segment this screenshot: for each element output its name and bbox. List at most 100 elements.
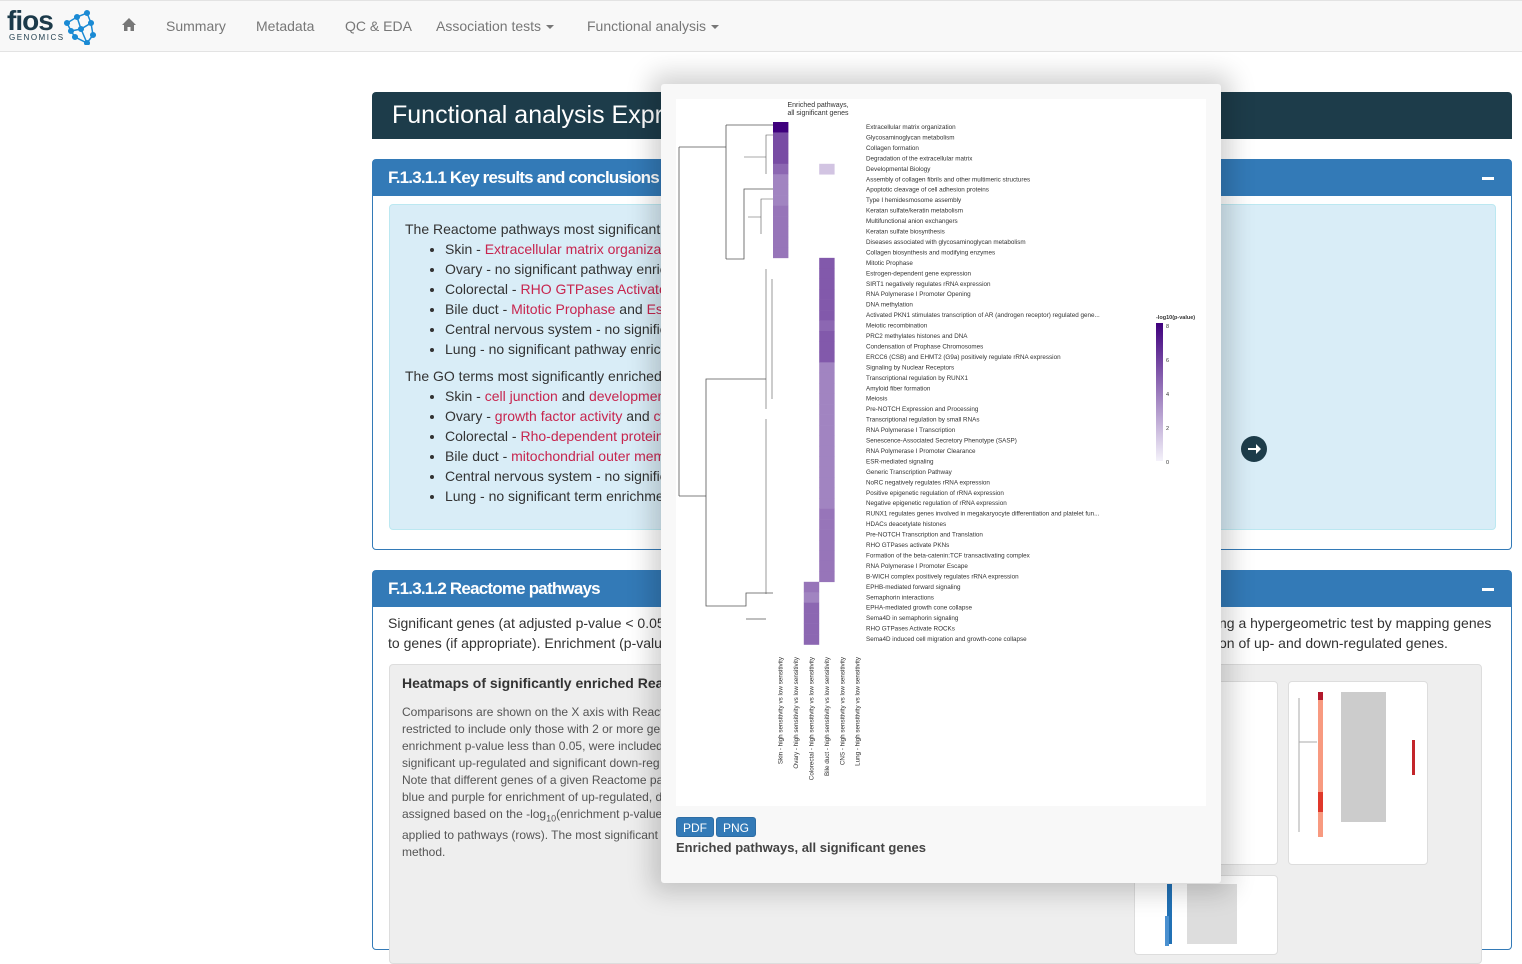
heatmap-cell [773, 163, 789, 175]
download-png-button[interactable]: PNG [716, 817, 757, 837]
heatmap-cell [819, 299, 835, 311]
row-label: Negative epigenetic regulation of rRNA e… [866, 500, 1007, 507]
row-label: Developmental Biology [866, 166, 931, 173]
next-arrow-button[interactable] [1241, 436, 1267, 462]
thumbnail-2[interactable] [1288, 681, 1428, 865]
row-label: Transcriptional regulation by small RNAs [866, 417, 980, 424]
tissue-label: Lung - no significant term enrichme [445, 488, 664, 504]
download-pdf-button[interactable]: PDF [676, 817, 714, 837]
row-label: Transcriptional regulation by RUNX1 [866, 375, 968, 382]
heatmap-cell [819, 341, 835, 353]
nav-functional-analysis[interactable]: Functional analysis [587, 18, 720, 34]
row-label: RHO GTPases Activate ROCKs [866, 626, 955, 633]
heatmap-cell [773, 247, 789, 259]
heatmap-cell [819, 425, 835, 436]
row-label: NoRC negatively regulates rRNA expressio… [866, 479, 990, 486]
tissue-label: Colorectal - [445, 428, 521, 444]
collapse-icon[interactable] [1482, 588, 1494, 591]
tissue-label: Skin - [445, 241, 485, 257]
column-label: Ovary - high sensitivity vs low sensitiv… [793, 656, 800, 768]
row-label: RNA Polymerase I Transcription [866, 427, 956, 434]
nav-qc-eda[interactable]: QC & EDA [345, 18, 412, 34]
heatmap-cell [803, 623, 820, 635]
text: (enrichment p-value [556, 807, 663, 821]
heatmap-cell [803, 592, 820, 603]
heatmap-cell [773, 153, 789, 165]
legend-tick: 2 [1166, 426, 1169, 432]
nav-association-tests[interactable]: Association tests [436, 18, 555, 34]
row-label: Senescence-Associated Secretory Phenotyp… [866, 438, 1017, 445]
heatmap-cell [819, 257, 835, 269]
row-label: RNA Polymerase I Promoter Escape [866, 563, 968, 570]
heatmap-cell [819, 320, 835, 332]
heatmap-cell [819, 393, 835, 405]
column-label: Colorectal - high sensitivity vs low sen… [809, 656, 816, 780]
row-label: Meiosis [866, 396, 887, 403]
nav-summary[interactable]: Summary [166, 18, 226, 34]
row-label: RNA Polymerase I Promoter Opening [866, 291, 971, 298]
tissue-label: Central nervous system - no signific [445, 468, 667, 484]
heatmap-cell [819, 435, 835, 447]
heatmap-cell [773, 205, 789, 217]
highlight-term: growth factor activity [494, 408, 623, 424]
tissue-label: Bile duct - [445, 448, 512, 464]
row-label: B-WICH complex positively regulates rRNA… [866, 573, 1019, 580]
heatmap-cell [819, 383, 835, 394]
heatmap-cell [819, 278, 835, 290]
connector-text: and [557, 388, 589, 404]
row-label: Generic Transcription Pathway [866, 469, 953, 476]
heatmap-cell [819, 362, 835, 374]
tissue-label: Skin - [445, 388, 485, 404]
text-line: on of up- and down-regulated genes. [1219, 635, 1448, 651]
row-label: Keratan sulfate/keratin metabolism [866, 208, 963, 215]
heatmap-cell [819, 498, 835, 509]
row-label: Diseases associated with glycosaminoglyc… [866, 239, 1026, 246]
row-label: ERCC6 (CSB) and EHMT2 (G9a) positively r… [866, 354, 1061, 361]
heatmap-cell [819, 571, 835, 583]
heatmap-cell [819, 508, 835, 520]
highlight-term: RHO GTPases Activate [520, 281, 667, 297]
column-label: CNS - high sensitivity vs low sensitivit… [839, 656, 846, 765]
fios-logo[interactable]: fios GENOMICS [7, 7, 97, 45]
collapse-icon[interactable] [1482, 177, 1494, 180]
chart-title: all significant genes [787, 110, 849, 117]
heatmap-cell [803, 602, 820, 614]
heatmap-cell [819, 310, 835, 321]
row-label: Condensation of Prophase Chromosomes [866, 343, 983, 350]
row-label: Collagen biosynthesis and modifying enzy… [866, 249, 995, 256]
nav-metadata[interactable]: Metadata [256, 18, 314, 34]
row-label: EPHA-mediated growth cone collapse [866, 605, 973, 612]
home-icon[interactable] [121, 17, 137, 32]
heatmap-image: Enriched pathways, all significant genes E… [676, 99, 1206, 806]
row-label: Type I hemidesmosome assembly [866, 197, 962, 204]
navbar: fios GENOMICS Summary Metadata QC & EDA … [0, 0, 1522, 52]
row-label: Assembly of collagen fibrils and other m… [866, 176, 1030, 183]
row-dendrogram-branches [744, 134, 773, 594]
heatmap-cell [819, 519, 835, 530]
heatmap-cell [819, 477, 835, 489]
subscript: 10 [546, 813, 557, 824]
heatmap-cell [819, 268, 835, 280]
tissue-label: Lung - no significant pathway enrich [445, 341, 669, 357]
row-label: RNA Polymerase I Promoter Clearance [866, 448, 976, 455]
row-label: ESR-mediated signaling [866, 458, 934, 465]
heatmap-cell [773, 184, 789, 196]
row-label: Pre-NOTCH Expression and Processing [866, 406, 979, 413]
intro-left: Significant genes (at adjusted p-value <… [388, 613, 665, 653]
highlight-term: Rho-dependent protein [520, 428, 664, 444]
row-label: Glycosaminoglycan metabolism [866, 134, 955, 141]
legend-title: -log10(p-value) [1156, 315, 1195, 321]
legend-tick: 0 [1166, 460, 1169, 466]
row-label: PRC2 methylates histones and DNA [866, 333, 968, 340]
row-label: Extracellular matrix organization [866, 124, 956, 131]
row-label: Keratan sulfate biosynthesis [866, 229, 945, 236]
caret-down-icon [711, 25, 720, 30]
legend-tick: 8 [1166, 324, 1169, 330]
arrow-right-icon [1248, 444, 1261, 454]
row-label: Degradation of the extracellular matrix [866, 155, 973, 162]
heatmap-cell [819, 445, 835, 457]
thumbnail-3[interactable] [1134, 875, 1278, 955]
column-label: Lung - high sensitivity vs low sensitivi… [855, 656, 862, 766]
network-logo-icon [63, 9, 97, 45]
row-label: DNA methylation [866, 302, 913, 309]
